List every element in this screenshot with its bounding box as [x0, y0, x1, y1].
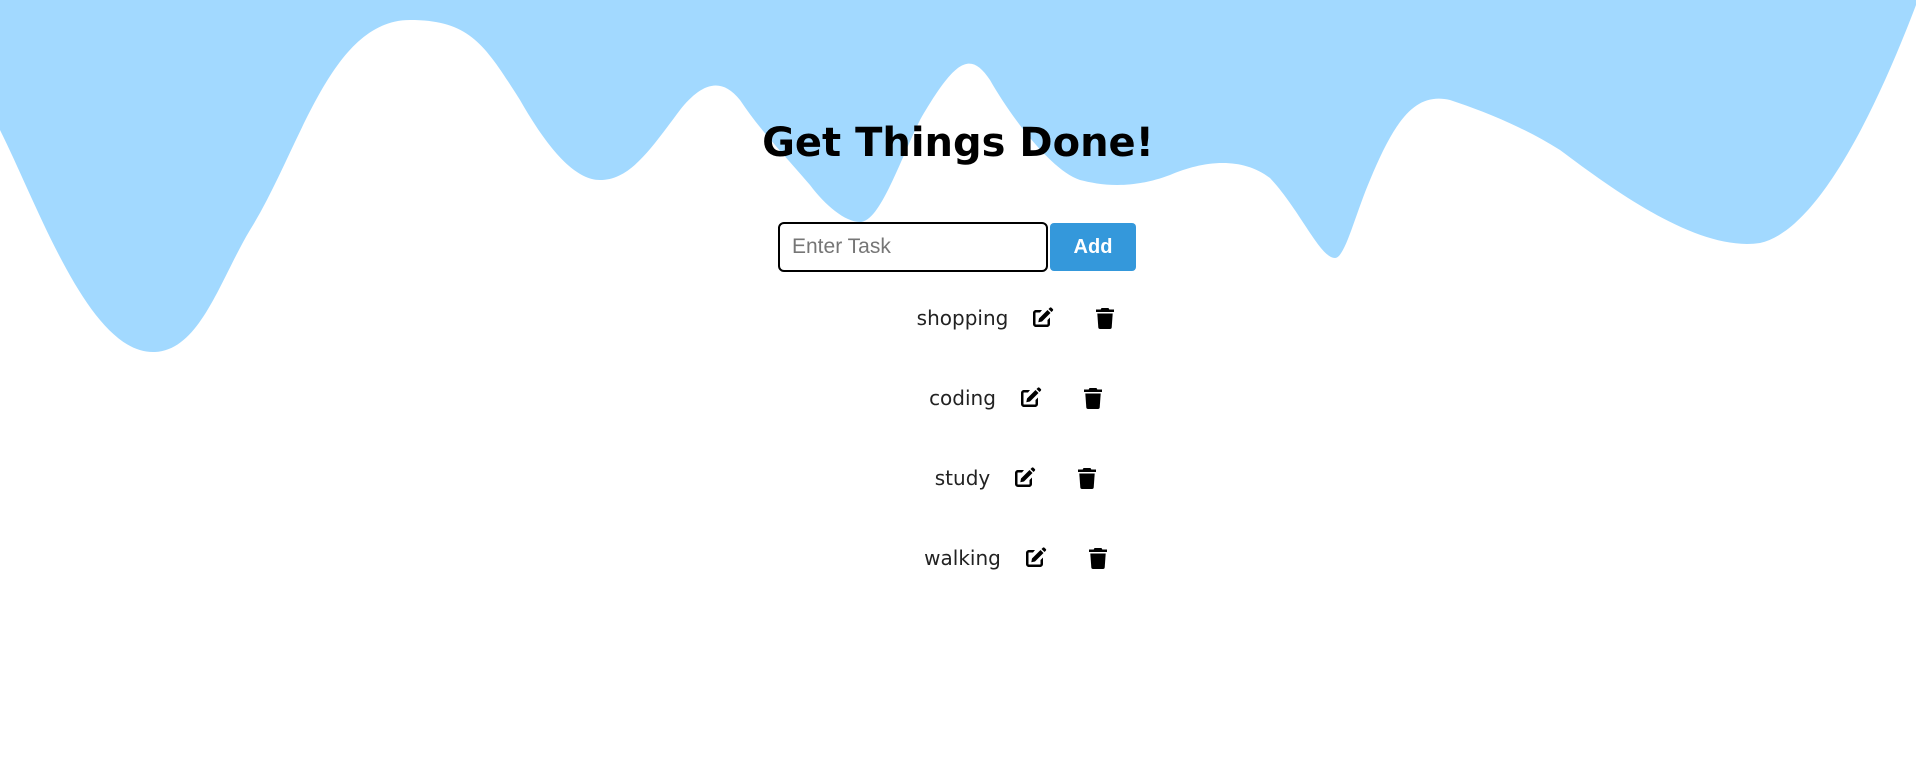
task-row: walking: [924, 536, 1112, 580]
task-form: Add: [778, 222, 1136, 272]
task-row: shopping: [917, 296, 1120, 340]
trash-icon: [1078, 468, 1097, 489]
edit-button[interactable]: [1028, 304, 1056, 332]
task-list: shopping coding study walking: [0, 296, 1916, 616]
list-item: walking: [0, 536, 1916, 616]
edit-icon: [1025, 547, 1047, 567]
edit-button[interactable]: [1010, 464, 1038, 492]
list-item: coding: [0, 376, 1916, 456]
edit-icon: [1020, 387, 1042, 407]
task-label: study: [934, 466, 991, 490]
task-row: coding: [929, 376, 1107, 420]
edit-button[interactable]: [1016, 384, 1044, 412]
delete-button[interactable]: [1091, 304, 1119, 332]
edit-icon: [1015, 467, 1036, 487]
delete-button[interactable]: [1084, 544, 1112, 572]
list-item: study: [0, 456, 1916, 536]
task-label: coding: [929, 386, 996, 410]
list-item: shopping: [0, 296, 1916, 376]
delete-button[interactable]: [1073, 464, 1101, 492]
trash-icon: [1083, 388, 1102, 409]
add-button[interactable]: Add: [1050, 223, 1136, 271]
trash-icon: [1088, 548, 1107, 569]
trash-icon: [1096, 308, 1115, 329]
task-input[interactable]: [778, 222, 1048, 272]
task-label: shopping: [916, 306, 1009, 330]
page: Get Things Done! Add shopping: [0, 0, 1916, 772]
edit-icon: [1033, 307, 1054, 327]
task-row: study: [935, 456, 1101, 500]
edit-button[interactable]: [1021, 544, 1049, 572]
delete-button[interactable]: [1079, 384, 1107, 412]
task-label: walking: [924, 546, 1001, 570]
page-title: Get Things Done!: [762, 120, 1154, 166]
